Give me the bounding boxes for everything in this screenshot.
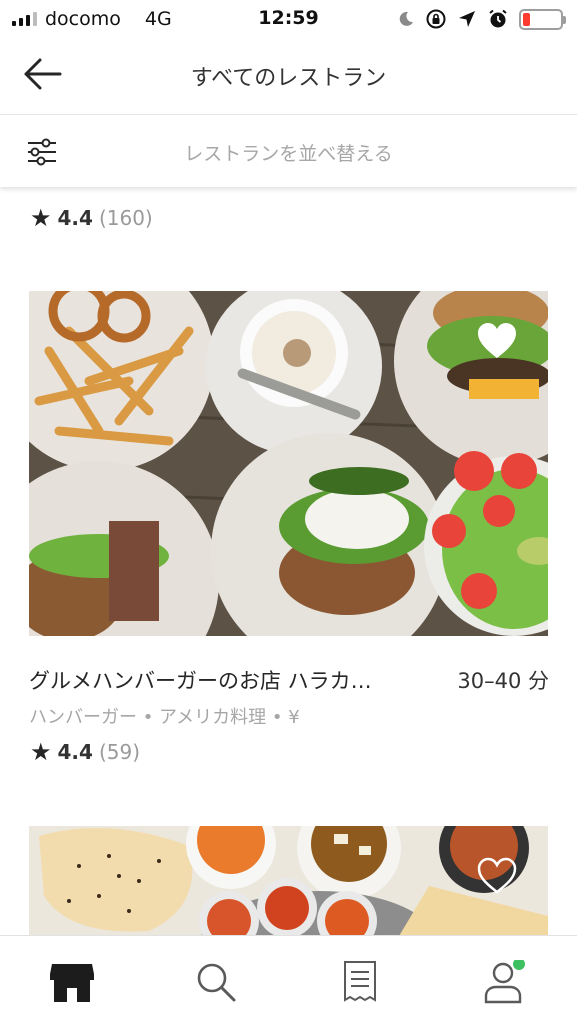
star-icon: ★	[30, 738, 52, 766]
heart-outline-icon	[477, 857, 517, 894]
favorite-heart-button[interactable]	[476, 856, 518, 896]
status-right	[397, 8, 566, 30]
rotation-lock-icon	[426, 9, 446, 29]
tab-orders[interactable]	[337, 960, 385, 1004]
receipt-icon	[344, 961, 376, 1002]
star-icon: ★	[30, 204, 52, 232]
page-title: すべてのレストラン	[190, 66, 387, 91]
moon-icon	[399, 11, 413, 26]
rating-score: 4.4	[57, 206, 93, 230]
restaurant-image-burger[interactable]	[29, 291, 548, 636]
search-icon	[197, 963, 236, 1002]
rating-count: (160)	[98, 206, 153, 230]
storefront-icon	[50, 964, 94, 1002]
delivery-time: 30–40 分	[457, 669, 549, 693]
notification-badge	[513, 958, 525, 970]
restaurant-image-indian[interactable]	[29, 826, 548, 935]
restaurant-categories: ハンバーガー • アメリカ料理 • ¥	[29, 707, 300, 728]
tab-search[interactable]	[192, 960, 240, 1004]
rating-score: 4.4	[57, 740, 93, 764]
location-arrow-icon	[459, 11, 475, 27]
header: すべてのレストラン	[0, 38, 577, 115]
tab-account[interactable]	[481, 958, 529, 1004]
restaurant-rating: ★ 4.4 (59)	[30, 740, 140, 764]
indian-food-photo	[29, 826, 548, 935]
bottom-tab-bar	[0, 935, 577, 1024]
status-bar: docomo 4G 12:59	[0, 0, 577, 38]
alarm-icon	[489, 9, 507, 28]
restaurant-name: グルメハンバーガーのお店 ハラカ…	[29, 669, 372, 693]
burger-food-photo	[29, 291, 548, 636]
heart-filled-icon	[478, 323, 516, 358]
sort-restaurants-button[interactable]: レストランを並べ替える	[0, 115, 577, 187]
rating-count: (59)	[98, 740, 141, 764]
restaurant-title-row[interactable]: グルメハンバーガーのお店 ハラカ… 30–40 分	[29, 665, 549, 695]
account-icon	[484, 958, 525, 1004]
favorite-heart-button[interactable]	[476, 321, 518, 361]
battery-icon	[519, 8, 566, 30]
tab-home[interactable]	[48, 960, 96, 1004]
restaurant-list: ★ 4.4 (160) グルメハンバーガーのお店 ハラカ… 30–40 分 ハン…	[0, 187, 577, 935]
sort-label: レストランを並べ替える	[184, 143, 393, 165]
previous-restaurant-rating: ★ 4.4 (160)	[30, 206, 153, 230]
